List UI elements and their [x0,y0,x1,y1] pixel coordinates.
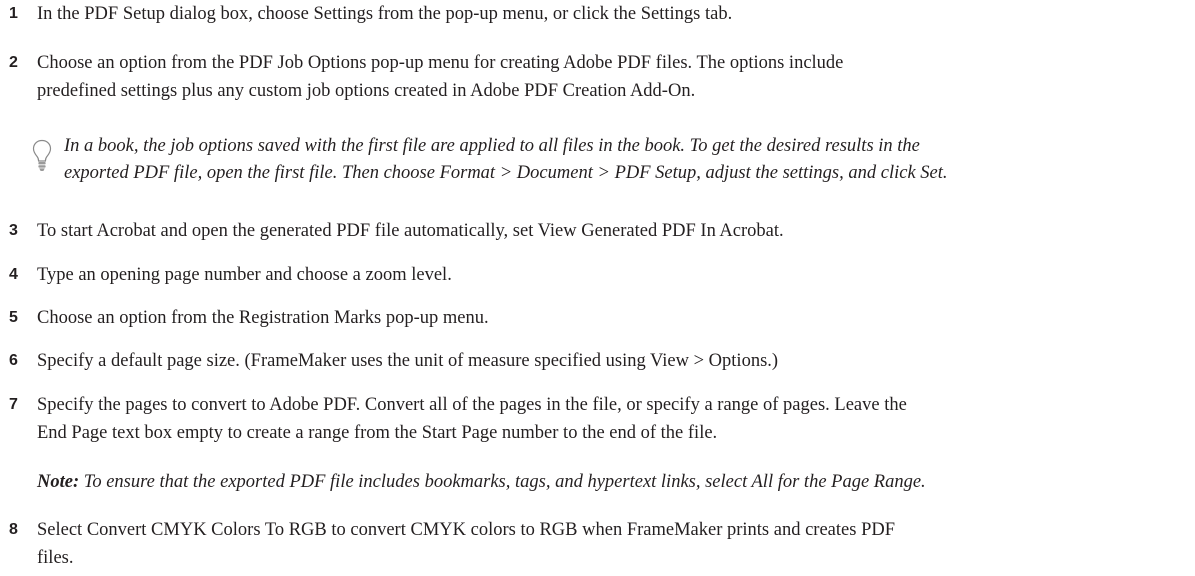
step-text: Specify a default page size. (FrameMaker… [37,347,1189,375]
tip-line: exported PDF file, open the first file. … [64,163,948,183]
step-line: files. [37,548,74,568]
step-text: Specify the pages to convert to Adobe PD… [37,391,1189,447]
step-number: 7 [9,396,18,413]
step-line: predefined settings plus any custom job … [37,81,696,101]
step-line: Specify a default page size. (FrameMaker… [37,351,779,371]
step-line: Type an opening page number and choose a… [37,265,452,285]
note-label: Note: [37,472,80,492]
step-text: Choose an option from the Registration M… [37,304,1189,332]
step-text: Type an opening page number and choose a… [37,261,1189,289]
step-line: Select Convert CMYK Colors To RGB to con… [37,520,896,540]
step-text: To start Acrobat and open the generated … [37,217,1189,245]
step-number: 3 [9,222,18,239]
note-paragraph: Note: To ensure that the exported PDF fi… [37,468,1189,496]
step-text: Choose an option from the PDF Job Option… [37,49,1189,105]
tip-text: In a book, the job options saved with th… [64,133,1190,187]
step-line: To start Acrobat and open the generated … [37,221,784,241]
step-text: Select Convert CMYK Colors To RGB to con… [37,516,1189,572]
step-line: Specify the pages to convert to Adobe PD… [37,395,907,415]
step-line: In the PDF Setup dialog box, choose Sett… [37,4,733,24]
step-number: 2 [9,54,18,71]
step-line: Choose an option from the PDF Job Option… [37,53,844,73]
step-number: 5 [9,309,18,326]
step-number: 4 [9,266,18,283]
step-number: 6 [9,352,18,369]
step-text: In the PDF Setup dialog box, choose Sett… [37,0,1189,28]
document-page: 1 In the PDF Setup dialog box, choose Se… [0,0,1195,576]
lightbulb-icon [32,139,52,171]
tip-line: In a book, the job options saved with th… [64,136,920,156]
note-text: To ensure that the exported PDF file inc… [79,472,926,492]
step-line: End Page text box empty to create a rang… [37,423,718,443]
step-number: 1 [9,5,18,22]
step-line: Choose an option from the Registration M… [37,308,489,328]
step-number: 8 [9,521,18,538]
